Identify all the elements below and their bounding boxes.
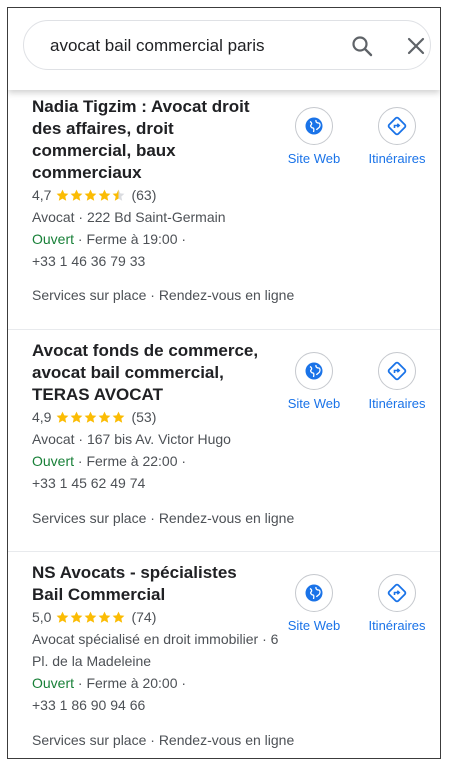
result-title[interactable]: Nadia Tigzim : Avocat droit des affaires… <box>32 96 268 184</box>
result-info: 4,7 (63) Avocat · 222 Bd Saint-Germain O… <box>32 184 302 272</box>
hours-line: Ouvert · Ferme à 19:00 · <box>32 228 302 250</box>
result-info: 5,0 (74) Avocat spécialisé en droit immo… <box>32 606 282 716</box>
star-icon <box>99 411 111 423</box>
result-card[interactable]: Nadia Tigzim : Avocat droit des affaires… <box>8 90 440 330</box>
star-rating <box>56 611 125 624</box>
closing-time: · Ferme à 20:00 · <box>74 675 187 691</box>
directions-button[interactable]: Itinéraires <box>357 352 437 411</box>
star-icon <box>85 411 97 423</box>
directions-icon <box>378 352 416 390</box>
services-line: Services sur place · Rendez-vous en lign… <box>32 732 295 748</box>
star-icon <box>99 189 111 201</box>
star-icon <box>85 189 97 201</box>
star-icon <box>57 611 69 623</box>
review-count[interactable]: (53) <box>131 406 156 428</box>
results-list: Nadia Tigzim : Avocat droit des affaires… <box>8 90 440 758</box>
globe-icon <box>295 574 333 612</box>
result-card[interactable]: Avocat fonds de commerce, avocat bail co… <box>8 330 440 552</box>
services-line: Services sur place · Rendez-vous en lign… <box>32 510 295 526</box>
search-icon[interactable] <box>350 34 374 58</box>
hours-line: Ouvert · Ferme à 22:00 · <box>32 450 302 472</box>
result-title[interactable]: Avocat fonds de commerce, avocat bail co… <box>32 340 268 406</box>
website-label: Site Web <box>287 618 341 633</box>
open-status: Ouvert <box>32 675 75 691</box>
open-status: Ouvert <box>32 453 75 469</box>
result-title[interactable]: NS Avocats - spécialistes Bail Commercia… <box>32 562 268 606</box>
rating-value: 4,9 <box>32 409 52 425</box>
star-icon <box>71 189 83 201</box>
close-icon[interactable] <box>405 35 427 57</box>
address-line: Avocat spécialisé en droit immobilier · … <box>32 631 279 669</box>
website-button[interactable]: Site Web <box>274 574 354 633</box>
phone-number[interactable]: +33 1 46 36 79 33 <box>32 250 302 272</box>
closing-time: · Ferme à 19:00 · <box>74 231 187 247</box>
globe-icon <box>295 107 333 145</box>
website-label: Site Web <box>287 151 341 166</box>
star-icon <box>113 411 125 423</box>
star-icon <box>71 411 83 423</box>
star-icon <box>85 611 97 623</box>
open-status: Ouvert <box>32 231 75 247</box>
website-button[interactable]: Site Web <box>274 352 354 411</box>
phone-number[interactable]: +33 1 86 90 94 66 <box>32 694 282 716</box>
directions-label: Itinéraires <box>368 151 426 166</box>
star-icon <box>113 189 125 201</box>
result-info: 4,9 (53) Avocat · 167 bis Av. Victor Hug… <box>32 406 302 494</box>
search-input[interactable]: avocat bail commercial paris <box>50 21 264 71</box>
star-icon <box>71 611 83 623</box>
review-count[interactable]: (74) <box>131 606 156 628</box>
rating-value: 4,7 <box>32 187 52 203</box>
star-rating <box>56 411 125 424</box>
star-rating <box>56 189 125 202</box>
address-line: Avocat · 222 Bd Saint-Germain <box>32 209 226 225</box>
star-icon <box>99 611 111 623</box>
search-header: avocat bail commercial paris <box>8 8 440 90</box>
star-icon <box>57 189 69 201</box>
globe-icon <box>295 352 333 390</box>
rating-line: 4,9 (53) <box>32 406 302 428</box>
address-line: Avocat · 167 bis Av. Victor Hugo <box>32 431 231 447</box>
rating-value: 5,0 <box>32 609 52 625</box>
star-icon <box>57 411 69 423</box>
website-label: Site Web <box>287 396 341 411</box>
search-box[interactable]: avocat bail commercial paris <box>23 20 431 70</box>
phone-number[interactable]: +33 1 45 62 49 74 <box>32 472 302 494</box>
directions-button[interactable]: Itinéraires <box>357 107 437 166</box>
directions-icon <box>378 574 416 612</box>
rating-line: 4,7 (63) <box>32 184 302 206</box>
closing-time: · Ferme à 22:00 · <box>74 453 187 469</box>
star-icon <box>113 611 125 623</box>
services-line: Services sur place · Rendez-vous en lign… <box>32 287 295 303</box>
directions-label: Itinéraires <box>368 396 426 411</box>
directions-icon <box>378 107 416 145</box>
directions-label: Itinéraires <box>368 618 426 633</box>
website-button[interactable]: Site Web <box>274 107 354 166</box>
screenshot-frame: avocat bail commercial paris Nadia Tigzi… <box>7 7 441 759</box>
review-count[interactable]: (63) <box>131 184 156 206</box>
hours-line: Ouvert · Ferme à 20:00 · <box>32 672 282 694</box>
directions-button[interactable]: Itinéraires <box>357 574 437 633</box>
rating-line: 5,0 (74) <box>32 606 282 628</box>
result-card[interactable]: NS Avocats - spécialistes Bail Commercia… <box>8 552 440 758</box>
